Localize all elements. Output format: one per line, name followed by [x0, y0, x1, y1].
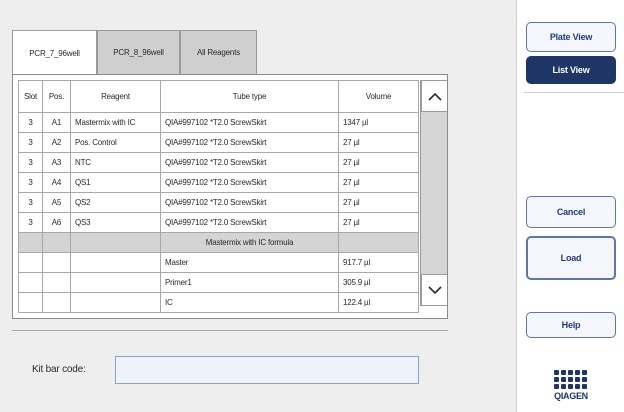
cell-empty — [18, 252, 43, 273]
cell-empty — [338, 232, 419, 253]
formula-section-label: Mastermix with IC formula — [160, 232, 339, 253]
cell-empty — [42, 252, 71, 273]
tab-bar: PCR_7_96well PCR_8_96well All Reagents — [12, 30, 257, 75]
cell-reagent: QS3 — [70, 212, 161, 233]
cell-tube-type: QIA#997102 *T2.0 ScrewSkirt — [160, 172, 339, 193]
load-button[interactable]: Load — [526, 236, 616, 280]
cell-slot: 3 — [18, 172, 43, 193]
scroll-up-button[interactable] — [421, 80, 447, 112]
qiagen-logo-icon: QIAGEN — [549, 370, 593, 412]
cell-slot: 3 — [18, 132, 43, 153]
list-view-button[interactable]: List View — [526, 56, 616, 84]
cell-slot: 3 — [18, 212, 43, 233]
cell-pos: A4 — [42, 172, 71, 193]
tab-all-reagents[interactable]: All Reagents — [180, 30, 257, 74]
cell-tube-type: QIA#997102 *T2.0 ScrewSkirt — [160, 132, 339, 153]
cell-slot: 3 — [18, 112, 43, 133]
cell-slot: 3 — [18, 192, 43, 213]
cell-empty — [70, 272, 161, 293]
table-row[interactable]: 3 A5 QS2 QIA#997102 *T2.0 ScrewSkirt 27 … — [18, 192, 419, 213]
cell-reagent: QS1 — [70, 172, 161, 193]
kit-bar-code-label: Kit bar code: — [32, 364, 86, 375]
cell-pos: A2 — [42, 132, 71, 153]
cell-volume: 27 µl — [338, 172, 419, 193]
cell-pos: A1 — [42, 112, 71, 133]
cell-empty — [70, 232, 161, 253]
chevron-up-icon — [427, 92, 442, 101]
cell-component: IC — [160, 292, 339, 313]
cell-reagent: Mastermix with IC — [70, 112, 161, 133]
cell-empty — [42, 232, 71, 253]
table-scrollbar[interactable] — [420, 80, 447, 306]
cell-pos: A3 — [42, 152, 71, 173]
side-divider — [524, 92, 624, 93]
column-header-pos[interactable]: Pos. — [42, 80, 71, 113]
column-header-reagent[interactable]: Reagent — [70, 80, 161, 113]
cell-empty — [18, 292, 43, 313]
cell-volume: 122.4 µl — [338, 292, 419, 313]
divider — [12, 330, 448, 331]
help-button[interactable]: Help — [526, 312, 616, 338]
cell-pos: A6 — [42, 212, 71, 233]
cell-empty — [70, 252, 161, 273]
cell-component: Master — [160, 252, 339, 273]
cancel-button[interactable]: Cancel — [526, 196, 616, 228]
table-header-row: Slot Pos. Reagent Tube type Volume — [18, 80, 419, 113]
cell-volume: 27 µl — [338, 132, 419, 153]
kit-bar-code-input[interactable] — [115, 356, 419, 384]
table-row[interactable]: 3 A2 Pos. Control QIA#997102 *T2.0 Screw… — [18, 132, 419, 153]
cell-empty — [42, 292, 71, 313]
logo-dots — [554, 370, 593, 389]
formula-row[interactable]: IC 122.4 µl — [18, 292, 419, 313]
cell-volume: 27 µl — [338, 152, 419, 173]
cell-volume: 27 µl — [338, 212, 419, 233]
formula-row[interactable]: Primer1 305.9 µl — [18, 272, 419, 293]
table-row[interactable]: 3 A1 Mastermix with IC QIA#997102 *T2.0 … — [18, 112, 419, 133]
reagent-table-panel: Slot Pos. Reagent Tube type Volume 3 A1 … — [12, 74, 448, 319]
cell-volume: 917.7 µl — [338, 252, 419, 273]
chevron-down-icon — [427, 285, 442, 294]
reagent-table: Slot Pos. Reagent Tube type Volume 3 A1 … — [18, 80, 419, 313]
cell-empty — [42, 272, 71, 293]
cell-reagent: NTC — [70, 152, 161, 173]
cell-pos: A5 — [42, 192, 71, 213]
cell-volume: 305.9 µl — [338, 272, 419, 293]
formula-row[interactable]: Master 917.7 µl — [18, 252, 419, 273]
formula-section-row: Mastermix with IC formula — [18, 232, 419, 253]
cell-volume: 27 µl — [338, 192, 419, 213]
cell-slot: 3 — [18, 152, 43, 173]
cell-tube-type: QIA#997102 *T2.0 ScrewSkirt — [160, 212, 339, 233]
logo-text: QIAGEN — [554, 391, 588, 401]
cell-reagent: QS2 — [70, 192, 161, 213]
cell-component: Primer1 — [160, 272, 339, 293]
scroll-down-button[interactable] — [421, 274, 447, 306]
table-row[interactable]: 3 A3 NTC QIA#997102 *T2.0 ScrewSkirt 27 … — [18, 152, 419, 173]
cell-empty — [18, 232, 43, 253]
table-row[interactable]: 3 A4 QS1 QIA#997102 *T2.0 ScrewSkirt 27 … — [18, 172, 419, 193]
cell-tube-type: QIA#997102 *T2.0 ScrewSkirt — [160, 112, 339, 133]
cell-empty — [18, 272, 43, 293]
plate-view-button[interactable]: Plate View — [526, 22, 616, 52]
cell-volume: 1347 µl — [338, 112, 419, 133]
table-row[interactable]: 3 A6 QS3 QIA#997102 *T2.0 ScrewSkirt 27 … — [18, 212, 419, 233]
cell-reagent: Pos. Control — [70, 132, 161, 153]
cell-tube-type: QIA#997102 *T2.0 ScrewSkirt — [160, 152, 339, 173]
column-header-slot[interactable]: Slot — [18, 80, 43, 113]
cell-tube-type: QIA#997102 *T2.0 ScrewSkirt — [160, 192, 339, 213]
tab-pcr-8-96well[interactable]: PCR_8_96well — [97, 30, 180, 74]
cell-empty — [70, 292, 161, 313]
column-header-volume[interactable]: Volume — [338, 80, 419, 113]
tab-pcr-7-96well[interactable]: PCR_7_96well — [12, 30, 97, 75]
column-header-tube-type[interactable]: Tube type — [160, 80, 339, 113]
